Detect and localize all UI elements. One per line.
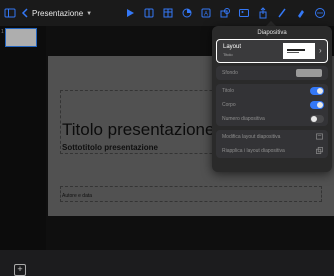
text-icon[interactable]: A	[200, 7, 212, 19]
author-placeholder-frame	[60, 186, 322, 202]
title-toggle-label: Titolo	[222, 88, 235, 94]
title-toggle[interactable]	[310, 87, 324, 95]
layout-label: Layout	[223, 44, 242, 50]
shape-icon[interactable]	[219, 7, 231, 19]
title-toggle-row: Titolo	[216, 84, 328, 98]
document-title[interactable]: Presentazione ▼	[32, 9, 92, 18]
background-swatch[interactable]	[296, 69, 322, 77]
sidebar-icon[interactable]	[4, 7, 16, 19]
background-row[interactable]: Sfondo	[216, 66, 328, 80]
body-toggle-label: Corpo	[222, 102, 236, 108]
edit-layout-row[interactable]: Modifica layout diapositiva	[216, 130, 328, 144]
format-icon[interactable]	[295, 7, 307, 19]
reapply-layout-icon	[316, 147, 323, 154]
slide-navigator: 1 +	[0, 26, 46, 276]
layout-preview	[283, 43, 315, 59]
table-icon[interactable]	[162, 7, 174, 19]
slide-thumbnail[interactable]	[5, 28, 37, 47]
layout-value: Titolo	[223, 52, 233, 57]
top-toolbar: Presentazione ▼ A	[0, 0, 334, 26]
chevron-right-icon: ›	[319, 46, 322, 55]
chart-icon[interactable]	[181, 7, 193, 19]
body-toggle[interactable]	[310, 101, 324, 109]
slide-subtitle[interactable]: Sottotitolo presentazione	[62, 143, 158, 152]
svg-text:A: A	[204, 12, 208, 18]
reapply-layout-label: Riapplica i layout diapositiva	[222, 148, 285, 154]
slide-number: 1	[1, 29, 4, 35]
popover-title: Diapositiva	[257, 30, 287, 36]
slide-number-toggle-row: Numero diapositiva	[216, 112, 328, 126]
slide-format-popover: Diapositiva Layout Titolo › Sfondo Titol…	[212, 26, 332, 172]
layout-edit-icon	[316, 133, 323, 140]
background-label: Sfondo	[222, 70, 238, 76]
share-icon[interactable]	[257, 7, 269, 19]
body-toggle-row: Corpo	[216, 98, 328, 112]
slide-title[interactable]: Titolo presentazione	[62, 120, 214, 140]
media-icon[interactable]	[238, 7, 250, 19]
add-slide-icon[interactable]: +	[14, 264, 26, 276]
more-icon[interactable]	[314, 7, 326, 19]
slide-author[interactable]: Autore e data	[62, 193, 92, 199]
edit-layout-label: Modifica layout diapositiva	[222, 134, 281, 140]
slide-number-toggle[interactable]	[310, 115, 324, 123]
layout-selector[interactable]: Layout Titolo ›	[216, 39, 328, 63]
chevron-down-icon: ▼	[86, 10, 93, 17]
slide-grid-icon[interactable]	[143, 7, 155, 19]
annotate-icon[interactable]	[276, 7, 288, 19]
reapply-layout-row[interactable]: Riapplica i layout diapositiva	[216, 144, 328, 158]
back-chevron-icon[interactable]	[19, 7, 31, 19]
play-icon[interactable]	[124, 7, 136, 19]
slide-number-toggle-label: Numero diapositiva	[222, 116, 265, 122]
